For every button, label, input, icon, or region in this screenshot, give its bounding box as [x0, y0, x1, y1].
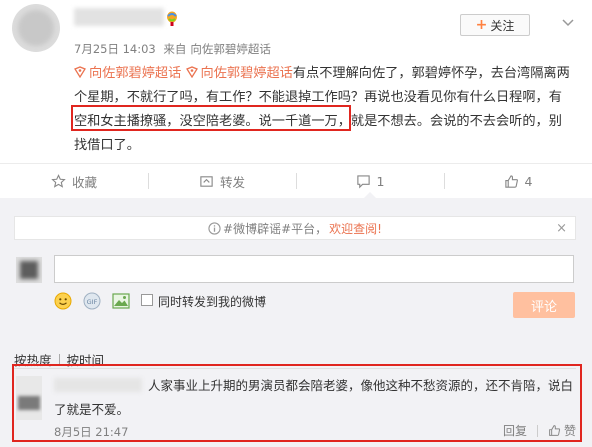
svg-text:GIF: GIF	[87, 298, 98, 306]
like-count: 4	[524, 173, 533, 189]
commenter-name-redacted[interactable]	[54, 378, 142, 392]
image-icon[interactable]	[112, 292, 130, 310]
gif-icon[interactable]: GIF	[83, 292, 101, 310]
action-bar: 收藏 转发 1 4	[0, 164, 592, 198]
comment-actions: 回复 赞	[503, 422, 576, 439]
emoji-icon[interactable]	[54, 292, 72, 310]
follow-button[interactable]: + 关注	[460, 14, 530, 36]
post-date[interactable]: 7月25日 14:03	[74, 42, 156, 56]
close-icon[interactable]: ×	[556, 221, 567, 236]
comment-time: 8月5日 21:47	[54, 425, 129, 439]
post-meta: 7月25日 14:03 来自 向佐郭碧婷超话	[74, 41, 275, 57]
notice-link[interactable]: 欢迎查阅!	[329, 220, 382, 237]
repost-button[interactable]: 转发	[148, 164, 296, 198]
like-comment-button[interactable]: 赞	[564, 422, 576, 439]
post-source[interactable]: 向佐郭碧婷超话	[190, 42, 271, 56]
weibo-post-card: + 关注 7月25日 14:03 来自 向佐郭碧婷超话 向佐郭碧婷超话 向佐郭碧婷…	[0, 0, 592, 447]
plus-icon: +	[475, 17, 488, 33]
notice-text: #微博辟谣#平台，	[223, 221, 328, 236]
comment-section: #微博辟谣#平台， 欢迎查阅! × GIF 同时转发到我的微博 评论 按热度 按时…	[0, 198, 592, 447]
comment-icon	[356, 174, 370, 188]
favorite-button[interactable]: 收藏	[0, 164, 148, 198]
action-separator	[536, 424, 538, 437]
chevron-down-icon[interactable]	[560, 14, 576, 30]
source-prefix: 来自	[163, 42, 187, 56]
comment-count: 1	[376, 173, 385, 189]
repost-checkbox-label: 同时转发到我的微博	[158, 295, 267, 309]
sort-tabs: 按热度 按时间	[14, 350, 104, 369]
thumbs-up-icon[interactable]	[548, 424, 561, 437]
divider	[14, 368, 576, 369]
repost-icon	[200, 175, 213, 187]
tab-sort-by-heat[interactable]: 按热度	[14, 350, 52, 369]
notice-bar: #微博辟谣#平台， 欢迎查阅! ×	[14, 216, 576, 240]
username-redacted[interactable]	[74, 8, 164, 26]
post-body: 向佐郭碧婷超话 向佐郭碧婷超话有点不理解向佐了，郭碧婷怀孕，去台湾隔离两个星期，…	[74, 62, 574, 158]
repost-label: 转发	[219, 174, 245, 190]
comment-input[interactable]	[54, 255, 574, 283]
super-topic-icon	[185, 66, 198, 78]
current-user-avatar	[16, 257, 42, 283]
comment-avatar[interactable]	[16, 376, 42, 420]
comment-item: 人家事业上升期的男演员都会陪老婆，像他这种不愁资源的，还不肯陪，说白了就是不爱。	[54, 374, 576, 422]
submit-comment-button[interactable]: 评论	[513, 292, 575, 318]
reply-button[interactable]: 回复	[503, 422, 527, 439]
vip-badge-icon	[167, 11, 177, 26]
comment-button[interactable]: 1	[296, 164, 444, 198]
topic-link-1[interactable]: 向佐郭碧婷超话	[74, 66, 181, 81]
follow-label: 关注	[490, 18, 515, 33]
repost-checkbox[interactable]	[141, 294, 153, 306]
thumbs-up-icon	[504, 174, 518, 188]
like-button[interactable]: 4	[444, 164, 592, 198]
favorite-label: 收藏	[71, 174, 97, 190]
sort-separator	[58, 353, 60, 366]
star-icon	[51, 173, 66, 188]
avatar[interactable]	[12, 4, 60, 52]
super-topic-icon	[74, 66, 86, 78]
info-icon	[208, 221, 221, 235]
tab-sort-by-time[interactable]: 按时间	[67, 350, 105, 369]
topic-link-2[interactable]: 向佐郭碧婷超话	[185, 66, 293, 81]
